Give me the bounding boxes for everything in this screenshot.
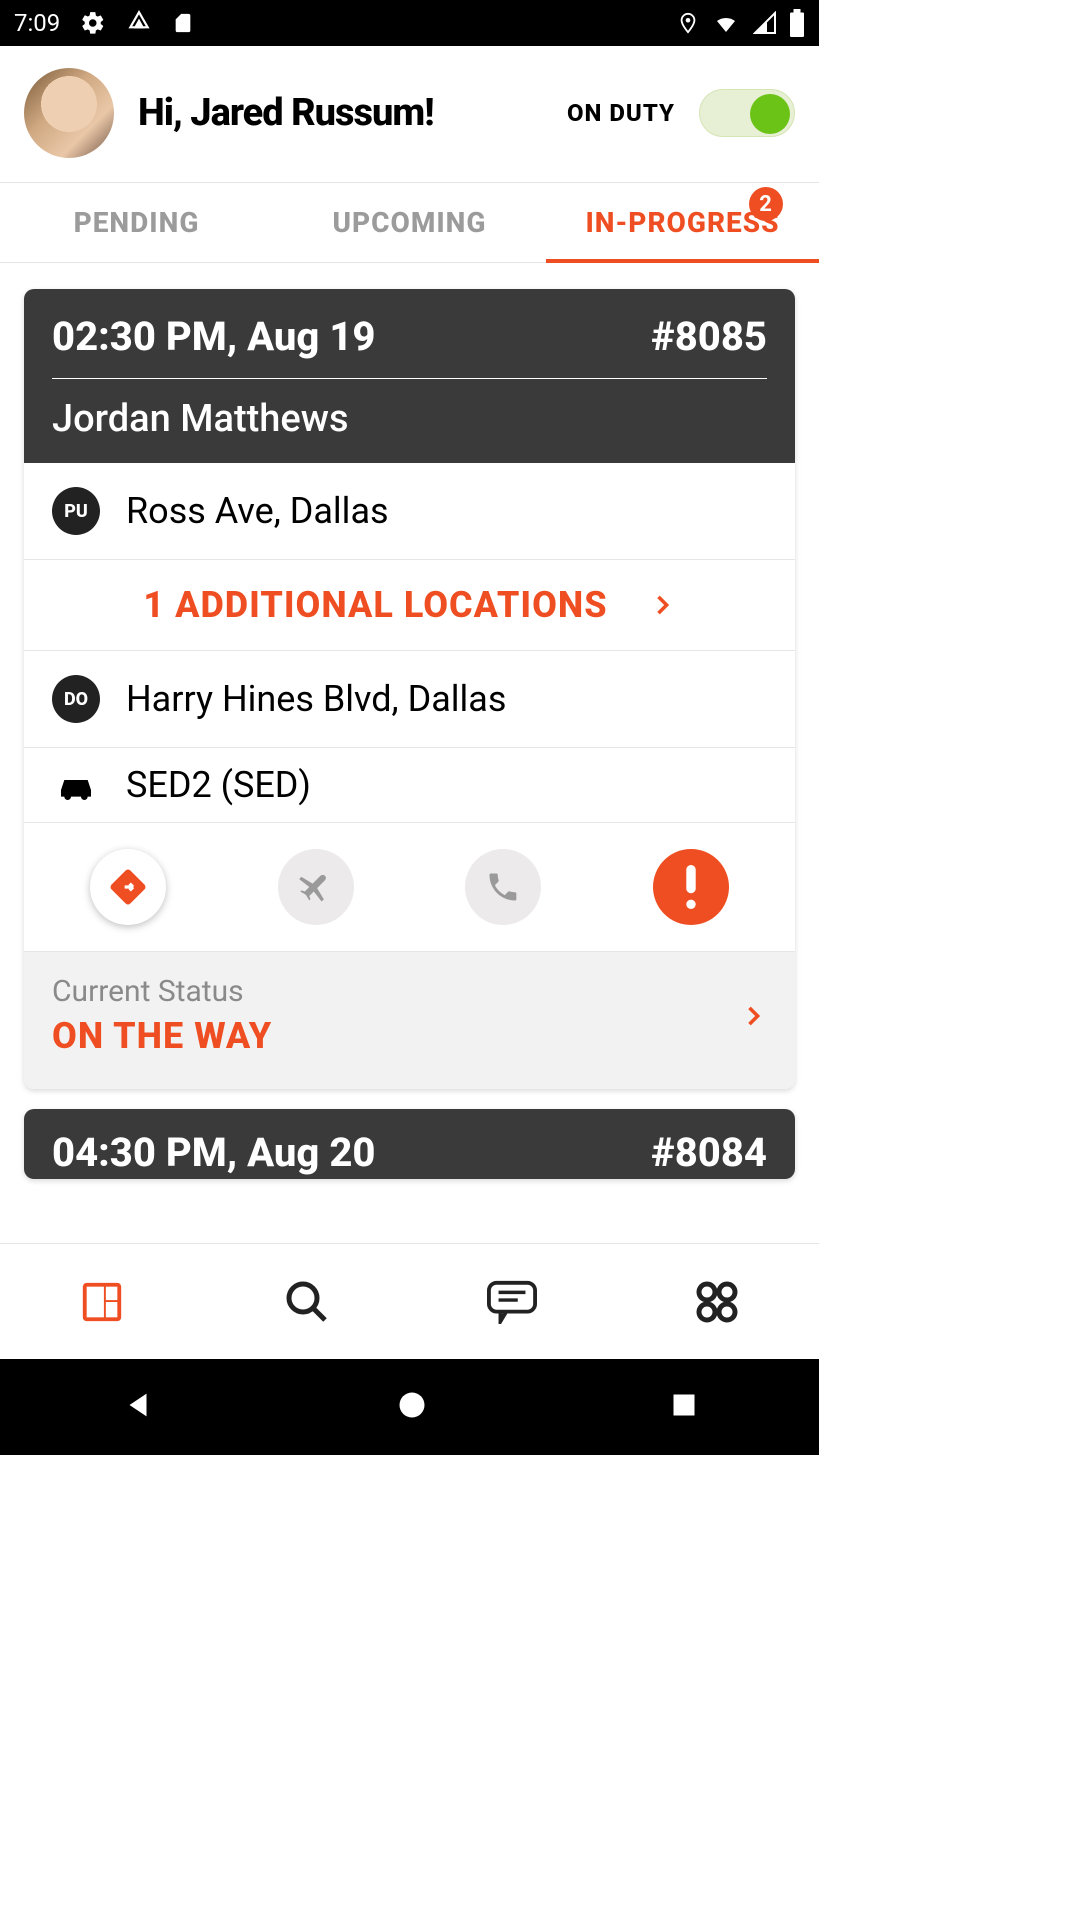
trip-time: 04:30 PM, Aug 20 xyxy=(52,1129,375,1176)
pickup-row: PU Ross Ave, Dallas xyxy=(24,463,795,560)
nav-apps[interactable] xyxy=(614,1244,819,1359)
flight-button[interactable] xyxy=(278,849,354,925)
tab-upcoming[interactable]: UPCOMING xyxy=(273,183,546,262)
gear-icon xyxy=(80,10,106,36)
wifi-icon xyxy=(711,11,741,35)
additional-locations-label: 1 ADDITIONAL LOCATIONS xyxy=(143,584,607,626)
nav-search[interactable] xyxy=(205,1244,410,1359)
airplane-icon xyxy=(297,868,335,906)
vehicle-row: SED2 (SED) xyxy=(24,748,795,823)
divider xyxy=(52,378,767,379)
dropoff-address: Harry Hines Blvd, Dallas xyxy=(126,678,506,720)
status-title: Current Status xyxy=(52,974,272,1009)
pickup-tag: PU xyxy=(52,487,100,535)
trip-id: #8084 xyxy=(651,1129,767,1176)
exclamation-icon xyxy=(684,865,698,909)
dashboard-icon xyxy=(79,1279,125,1325)
avatar[interactable] xyxy=(24,68,114,158)
vehicle-label: SED2 (SED) xyxy=(126,764,311,806)
trip-card-header: 02:30 PM, Aug 19 #8085 Jordan Matthews xyxy=(24,289,795,463)
chat-icon xyxy=(487,1280,537,1324)
duty-label: ON DUTY xyxy=(567,99,675,127)
status-time: 7:09 xyxy=(14,9,60,37)
status-row[interactable]: Current Status ON THE WAY xyxy=(24,952,795,1089)
status-value: ON THE WAY xyxy=(52,1015,272,1057)
tab-inprogress[interactable]: IN-PROGRESS 2 xyxy=(546,183,819,262)
square-recents-icon xyxy=(670,1391,698,1419)
android-back-button[interactable] xyxy=(121,1388,155,1426)
circle-home-icon xyxy=(397,1390,427,1420)
search-icon xyxy=(283,1278,331,1326)
apps-icon xyxy=(693,1278,741,1326)
app-header: Hi, Jared Russum! ON DUTY xyxy=(0,46,819,183)
signal-icon xyxy=(753,11,777,35)
phone-icon xyxy=(485,869,521,905)
android-recents-button[interactable] xyxy=(670,1391,698,1423)
nav-chat[interactable] xyxy=(410,1244,615,1359)
additional-locations-button[interactable]: 1 ADDITIONAL LOCATIONS xyxy=(24,560,795,651)
compass-up-icon xyxy=(126,10,152,36)
trip-time: 02:30 PM, Aug 19 xyxy=(52,313,375,360)
trip-id: #8085 xyxy=(651,313,767,360)
android-home-button[interactable] xyxy=(397,1390,427,1424)
location-icon xyxy=(677,9,699,37)
trip-card[interactable]: 04:30 PM, Aug 20 #8084 xyxy=(24,1109,795,1179)
nav-dashboard[interactable] xyxy=(0,1244,205,1359)
action-row xyxy=(24,823,795,952)
pickup-address: Ross Ave, Dallas xyxy=(126,490,389,532)
android-status-bar: 7:09 xyxy=(0,0,819,46)
car-icon xyxy=(52,769,100,801)
tab-pending[interactable]: PENDING xyxy=(0,183,273,262)
content-scroll[interactable]: 02:30 PM, Aug 19 #8085 Jordan Matthews P… xyxy=(0,263,819,1243)
duty-toggle[interactable] xyxy=(699,89,795,137)
alert-button[interactable] xyxy=(653,849,729,925)
battery-icon xyxy=(789,9,805,37)
trip-customer: Jordan Matthews xyxy=(52,397,767,441)
tab-pending-label: PENDING xyxy=(74,206,200,239)
tabs: PENDING UPCOMING IN-PROGRESS 2 xyxy=(0,183,819,263)
bottom-nav xyxy=(0,1243,819,1359)
greeting-text: Hi, Jared Russum! xyxy=(138,91,434,135)
directions-icon xyxy=(108,867,148,907)
tab-upcoming-label: UPCOMING xyxy=(332,206,486,239)
trip-card[interactable]: 02:30 PM, Aug 19 #8085 Jordan Matthews P… xyxy=(24,289,795,1089)
sd-card-icon xyxy=(172,10,194,36)
call-button[interactable] xyxy=(465,849,541,925)
trip-card-header: 04:30 PM, Aug 20 #8084 xyxy=(24,1109,795,1179)
inprogress-badge: 2 xyxy=(749,187,783,221)
directions-button[interactable] xyxy=(90,849,166,925)
triangle-back-icon xyxy=(121,1388,155,1422)
chevron-right-icon xyxy=(739,1002,767,1030)
dropoff-row: DO Harry Hines Blvd, Dallas xyxy=(24,651,795,748)
dropoff-tag: DO xyxy=(52,675,100,723)
chevron-right-icon xyxy=(648,591,676,619)
android-nav-bar xyxy=(0,1359,819,1455)
